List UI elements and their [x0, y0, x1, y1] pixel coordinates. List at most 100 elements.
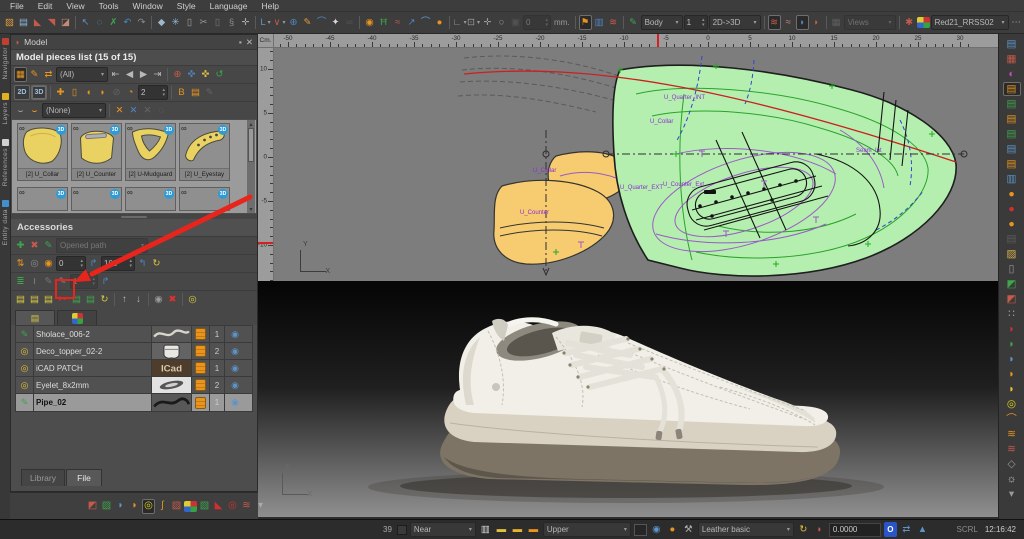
path-edit-icon[interactable]: ✎: [42, 238, 55, 253]
redo-icon[interactable]: ↷: [135, 15, 148, 30]
cut-icon[interactable]: ✂: [197, 15, 210, 30]
sidebar-expand-icon[interactable]: ▾: [1003, 487, 1021, 501]
dir-end-icon[interactable]: ↰: [136, 256, 149, 271]
offset-piece-icon[interactable]: ◔: [124, 85, 137, 100]
move-icon[interactable]: ✛: [481, 15, 494, 30]
open-folder-icon[interactable]: ▨: [3, 15, 16, 30]
ring-tool-icon[interactable]: ◎: [142, 499, 155, 514]
undo-icon[interactable]: ↶: [121, 15, 134, 30]
acc-up-icon[interactable]: ↑: [118, 292, 131, 307]
colorway-select[interactable]: Red21_RRSS02▾: [931, 15, 1009, 30]
material-icon[interactable]: [195, 379, 206, 391]
eye-icon[interactable]: ◉: [225, 394, 245, 411]
shoe-red-status-icon[interactable]: ◗: [813, 522, 826, 537]
node-add-icon[interactable]: ✕: [113, 103, 126, 118]
pin-icon[interactable]: ✛: [239, 15, 252, 30]
spin-down-icon[interactable]: ▾: [545, 23, 548, 28]
pieces-pen-icon[interactable]: ✎: [28, 67, 41, 82]
last-orange-icon[interactable]: ◗: [128, 499, 141, 514]
eye-icon[interactable]: ◉: [225, 377, 245, 393]
palette-tool-icon[interactable]: [184, 501, 197, 512]
menu-item-help[interactable]: Help: [255, 1, 284, 11]
panel-shoe-red-icon[interactable]: ◩: [1003, 292, 1021, 306]
panel-disk-icon[interactable]: ▤: [1003, 232, 1021, 246]
stack-orange-icon[interactable]: ≋: [1003, 427, 1021, 441]
spin-down-icon[interactable]: ▾: [80, 264, 83, 269]
flatten-soft-icon[interactable]: ≈: [782, 15, 795, 30]
flag-icon[interactable]: ⚑: [579, 15, 592, 30]
accessory-row[interactable]: ✎Pipe_021◉: [16, 394, 252, 411]
texture-strip-icon[interactable]: ▥: [479, 522, 492, 537]
tab-accessory-list[interactable]: ▤: [15, 310, 55, 325]
color-swatch[interactable]: [634, 524, 647, 536]
panel-columns-icon[interactable]: ▥: [1003, 172, 1021, 186]
material-icon[interactable]: [195, 345, 206, 357]
accessory-row[interactable]: ✎Sholace_006-21◉: [16, 326, 252, 343]
panel-export-icon[interactable]: ▤: [1003, 97, 1021, 111]
pencil-icon[interactable]: ✎: [301, 15, 314, 30]
paste-icon[interactable]: ▯: [211, 15, 224, 30]
ramp-icon[interactable]: ▲: [916, 522, 929, 537]
accessory-row[interactable]: ◎iCAD PATCHICad1◉: [16, 360, 252, 377]
dir-start-icon[interactable]: ↱: [87, 256, 100, 271]
piece-red-icon[interactable]: ◗: [1003, 322, 1021, 336]
tab-accessory-colors[interactable]: [57, 310, 97, 325]
notes-icon[interactable]: ▤: [189, 85, 202, 100]
panel-model-tree-icon[interactable]: ▤: [1003, 37, 1021, 51]
last-blue-red-icon[interactable]: ◗: [114, 499, 127, 514]
mode-select[interactable]: 2D->3D▾: [709, 15, 761, 30]
loop-icon[interactable]: ◌: [155, 103, 168, 118]
menu-item-view[interactable]: View: [60, 1, 90, 11]
add-avatar-icon[interactable]: ✱: [903, 15, 916, 30]
next-piece-icon[interactable]: ▶: [137, 67, 150, 82]
eraser-icon[interactable]: ◆: [155, 15, 168, 30]
first-piece-icon[interactable]: ⇤: [109, 67, 122, 82]
eye-icon[interactable]: ◉: [225, 326, 245, 342]
last-pair-icon[interactable]: ◩: [86, 499, 99, 514]
piece-orange-icon[interactable]: ◗: [1003, 367, 1021, 381]
refresh-material-icon[interactable]: ↻: [797, 522, 810, 537]
path-type-select[interactable]: Opened path▾: [56, 238, 148, 253]
angle-tool-icon[interactable]: ∟▾: [453, 15, 466, 30]
fix-views-icon[interactable]: ▦: [830, 15, 843, 30]
spin-down-icon[interactable]: ▾: [92, 282, 95, 287]
pen-dark-icon[interactable]: ✎: [56, 274, 69, 289]
material-icon[interactable]: [195, 328, 206, 340]
body-count-spinner[interactable]: 1▴▾: [684, 15, 708, 30]
rotate-icon[interactable]: ○: [495, 15, 508, 30]
acc-delete-icon[interactable]: ✖: [166, 292, 179, 307]
flat-sole-icon[interactable]: ◇: [1003, 457, 1021, 471]
piece-green-icon[interactable]: ◗: [1003, 337, 1021, 351]
menu-item-window[interactable]: Window: [126, 1, 168, 11]
panel-halfcircle-icon[interactable]: ◐: [1003, 67, 1021, 81]
acc-down-icon[interactable]: ↓: [132, 292, 145, 307]
render-3d-viewport[interactable]: Z X: [258, 281, 998, 517]
stamp-tool-icon[interactable]: ▧: [170, 499, 183, 514]
node-snap-icon[interactable]: ✕: [127, 103, 140, 118]
node-del-icon[interactable]: ✕: [141, 103, 154, 118]
tools-icon[interactable]: ⚒: [682, 522, 695, 537]
record-tool-icon[interactable]: ◎: [226, 499, 239, 514]
focus-piece-icon[interactable]: ⊕: [171, 67, 184, 82]
piece-qty-spinner[interactable]: 2▴▾: [138, 85, 168, 100]
pin-icon[interactable]: ▪: [239, 37, 242, 47]
ghost-accessory-icon[interactable]: ◎: [28, 256, 41, 271]
offset-end-spinner[interactable]: 100▴▾: [101, 256, 135, 271]
panel-grid-icon[interactable]: ▦: [1003, 52, 1021, 66]
value-input[interactable]: 0.0000: [829, 523, 881, 537]
flow-curve-icon[interactable]: ≀: [28, 274, 41, 289]
menu-item-edit[interactable]: Edit: [32, 1, 59, 11]
frame-checkbox[interactable]: [397, 525, 407, 535]
mirror-piece-icon[interactable]: ◖: [82, 85, 95, 100]
grab-icon[interactable]: ✎: [203, 85, 216, 100]
panel-tab-library[interactable]: Library: [21, 469, 65, 486]
piece-thumbnail[interactable]: ∞3D[2] U_Collar: [17, 123, 68, 181]
ring-yellow-icon[interactable]: ◎: [1003, 397, 1021, 411]
stretch-icon[interactable]: Ħ: [377, 15, 390, 30]
scale-icon[interactable]: ▣: [509, 15, 522, 30]
panel-lock-red-icon[interactable]: ●: [1003, 202, 1021, 216]
acc-save-icon[interactable]: ▤: [84, 292, 97, 307]
body-select[interactable]: Body▾: [641, 15, 683, 30]
near-select[interactable]: Near▾: [410, 522, 476, 537]
acc-dup-icon[interactable]: ▤: [28, 292, 41, 307]
